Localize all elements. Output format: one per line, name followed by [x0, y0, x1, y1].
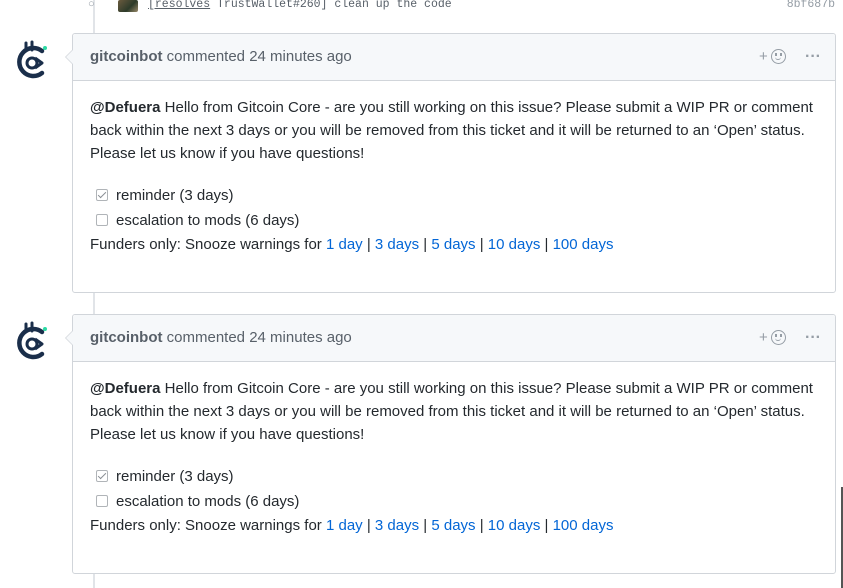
- comment-author[interactable]: gitcoinbot: [90, 329, 162, 346]
- comment-body: @Defuera Hello from Gitcoin Core - are y…: [73, 362, 835, 552]
- commit-message[interactable]: [resolves TrustWallet#260] clean up the …: [148, 0, 452, 11]
- snooze-link-3-days[interactable]: 3 days: [375, 236, 419, 253]
- task-item-escalation: escalation to mods (6 days): [90, 489, 818, 514]
- comment-header: gitcoinbot commented 24 minutes ago + ··…: [73, 34, 835, 81]
- task-checkbox[interactable]: [96, 189, 108, 201]
- commit-sha[interactable]: 8bf687b: [787, 0, 835, 11]
- task-list: reminder (3 days) escalation to mods (6 …: [90, 183, 818, 233]
- comment-header: gitcoinbot commented 24 minutes ago + ··…: [73, 315, 835, 362]
- task-checkbox[interactable]: [96, 214, 108, 226]
- smiley-icon: [771, 330, 786, 345]
- funders-snooze-line: Funders only: Snooze warnings for 1 day …: [90, 517, 614, 534]
- task-list: reminder (3 days) escalation to mods (6 …: [90, 464, 818, 514]
- comment-action: commented: [166, 329, 246, 346]
- comment-text: @Defuera Hello from Gitcoin Core - are y…: [90, 99, 813, 162]
- gitcoin-logo-avatar[interactable]: [8, 318, 54, 364]
- commit-dot-icon: ○: [88, 0, 95, 10]
- task-checkbox[interactable]: [96, 470, 108, 482]
- timeline-line: [93, 291, 95, 314]
- comment-time[interactable]: 24 minutes ago: [249, 48, 352, 65]
- commit-row: ○ [resolves TrustWallet#260] clean up th…: [0, 0, 843, 14]
- comment-card: gitcoinbot commented 24 minutes ago + ··…: [65, 314, 836, 574]
- snooze-link-10-days[interactable]: 10 days: [488, 517, 541, 534]
- more-options-button[interactable]: ···: [805, 315, 821, 361]
- comment-action: commented: [166, 48, 246, 65]
- add-reaction-button[interactable]: +: [759, 329, 789, 347]
- snooze-link-5-days[interactable]: 5 days: [431, 236, 475, 253]
- snooze-link-3-days[interactable]: 3 days: [375, 517, 419, 534]
- comment-author[interactable]: gitcoinbot: [90, 48, 162, 65]
- smiley-icon: [771, 49, 786, 64]
- user-mention[interactable]: @Defuera: [90, 380, 160, 397]
- timeline-line: [93, 572, 95, 588]
- comment-body: @Defuera Hello from Gitcoin Core - are y…: [73, 81, 835, 271]
- snooze-link-1-day[interactable]: 1 day: [326, 236, 363, 253]
- gitcoin-logo-avatar[interactable]: [8, 37, 54, 83]
- snooze-link-1-day[interactable]: 1 day: [326, 517, 363, 534]
- more-options-button[interactable]: ···: [805, 34, 821, 80]
- comment-time[interactable]: 24 minutes ago: [249, 329, 352, 346]
- snooze-link-100-days[interactable]: 100 days: [553, 517, 614, 534]
- plus-icon: +: [759, 329, 768, 346]
- task-item-reminder: reminder (3 days): [90, 183, 818, 208]
- task-item-reminder: reminder (3 days): [90, 464, 818, 489]
- comment-text: @Defuera Hello from Gitcoin Core - are y…: [90, 380, 813, 443]
- comment-card: gitcoinbot commented 24 minutes ago + ··…: [65, 33, 836, 293]
- snooze-link-5-days[interactable]: 5 days: [431, 517, 475, 534]
- task-checkbox[interactable]: [96, 495, 108, 507]
- funders-snooze-line: Funders only: Snooze warnings for 1 day …: [90, 236, 614, 253]
- user-mention[interactable]: @Defuera: [90, 99, 160, 116]
- add-reaction-button[interactable]: +: [759, 48, 789, 66]
- task-item-escalation: escalation to mods (6 days): [90, 208, 818, 233]
- plus-icon: +: [759, 48, 768, 65]
- snooze-link-100-days[interactable]: 100 days: [553, 236, 614, 253]
- snooze-link-10-days[interactable]: 10 days: [488, 236, 541, 253]
- committer-avatar[interactable]: [118, 0, 138, 12]
